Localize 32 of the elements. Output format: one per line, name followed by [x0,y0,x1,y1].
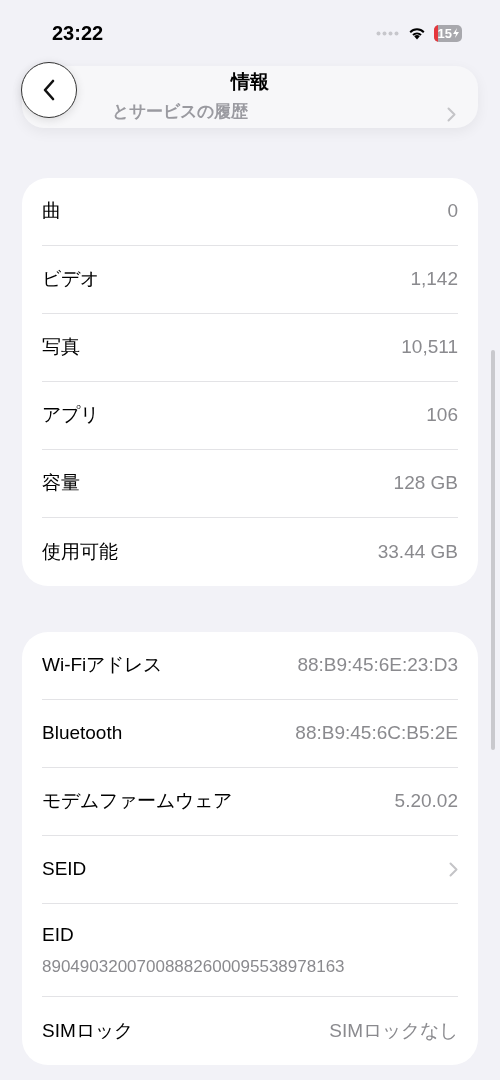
row-value: 88:B9:45:6C:B5:2E [295,721,458,746]
row-label: EID [42,923,75,947]
row-value: 89049032007008882600095538978163 [42,955,346,978]
row-label: とサービスの履歴 [112,102,248,122]
row-value: 128 GB [393,471,458,496]
row-label: 曲 [42,199,61,224]
row-value: 0 [447,199,458,224]
status-time: 23:22 [52,21,104,46]
row-value: 1,142 [410,267,458,292]
wifi-icon [407,26,426,40]
row-value: SIMロックなし [329,1018,458,1043]
row-label: Wi-Fiアドレス [42,653,163,678]
row-value: 106 [426,403,458,428]
row-label: SIMロック [42,1018,133,1043]
signal-icon [375,30,400,36]
row-label: 写真 [42,335,80,360]
row-value: 88:B9:45:6E:23:D3 [297,653,458,678]
page-title: 情報 [231,71,269,93]
row-label: アプリ [42,403,99,428]
row-value: 10,511 [401,335,458,360]
row-label: 使用可能 [42,539,118,564]
battery-indicator: 15 [433,24,462,42]
row-label: モデムファームウェア [42,789,232,814]
row-label: 容量 [42,471,80,496]
row-label: ビデオ [42,267,99,292]
chevron-icon [447,107,456,122]
row-label: Bluetooth [42,721,123,746]
chevron-icon [449,862,458,877]
row-value: 5.20.02 [394,789,458,814]
row-value: 33.44 GB [377,539,458,564]
row-label: SEID [42,857,87,882]
back-icon [42,79,56,101]
